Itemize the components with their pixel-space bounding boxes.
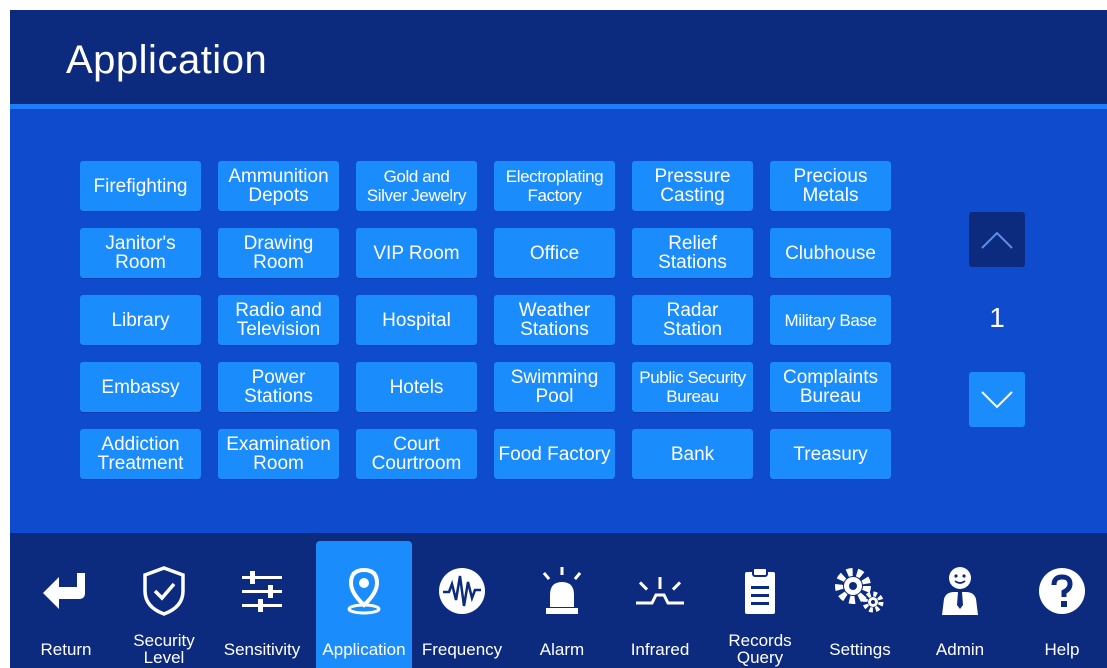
toolbar-label: Security Level [133, 631, 195, 667]
app-button-embassy[interactable]: Embassy [80, 362, 201, 412]
app-button-power-stations[interactable]: Power Stations [218, 362, 339, 412]
toolbar-infrared[interactable]: Infrared [612, 541, 708, 668]
page-up-button[interactable] [969, 212, 1025, 267]
waveform-icon [439, 568, 485, 614]
location-pin-icon [347, 567, 381, 615]
toolbar-label: Alarm [539, 639, 585, 659]
toolbar-alarm[interactable]: Alarm [514, 541, 610, 668]
toolbar-sensitivity[interactable]: Sensitivity [214, 541, 310, 668]
application-screen: Application Firefighting Ammunition Depo… [10, 10, 1107, 668]
toolbar-label: Settings [829, 639, 891, 659]
chevron-up-icon [981, 231, 1013, 249]
toolbar-label: Infrared [630, 639, 690, 659]
infrared-icon [636, 577, 684, 605]
bottom-toolbar: Return Security Level Sensitivity Applic… [10, 533, 1107, 668]
app-button-janitors-room[interactable]: Janitor's Room [80, 228, 201, 278]
page-title: Application [66, 38, 268, 82]
app-button-ammunition-depots[interactable]: Ammunition Depots [218, 161, 339, 211]
app-button-bank[interactable]: Bank [632, 429, 753, 479]
return-arrow-icon [43, 573, 85, 609]
toolbar-label: Admin [935, 639, 985, 659]
toolbar-admin[interactable]: Admin [912, 541, 1008, 668]
app-button-office[interactable]: Office [494, 228, 615, 278]
toolbar-security-level[interactable]: Security Level [116, 541, 212, 668]
app-button-vip-room[interactable]: VIP Room [356, 228, 477, 278]
gears-icon [835, 568, 884, 613]
app-button-firefighting[interactable]: Firefighting [80, 161, 201, 211]
app-button-pressure-casting[interactable]: Pressure Casting [632, 161, 753, 211]
toolbar-label: Records Query [728, 631, 792, 667]
app-button-public-security-bureau[interactable]: Public Security Bureau [632, 362, 753, 412]
app-button-radar-station[interactable]: Radar Station [632, 295, 753, 345]
toolbar-help[interactable]: Help [1014, 541, 1107, 668]
app-button-radio-television[interactable]: Radio and Television [218, 295, 339, 345]
shield-check-icon [143, 566, 185, 616]
app-button-weather-stations[interactable]: Weather Stations [494, 295, 615, 345]
help-icon [1039, 568, 1085, 614]
toolbar-label: Return [40, 639, 92, 659]
toolbar-frequency[interactable]: Frequency [414, 541, 510, 668]
toolbar-label: Frequency [421, 639, 503, 659]
app-button-gold-silver-jewelry[interactable]: Gold and Silver Jewelry [356, 161, 477, 211]
application-grid: Firefighting Ammunition Depots Gold and … [80, 161, 900, 481]
chevron-down-icon [981, 390, 1013, 408]
app-button-food-factory[interactable]: Food Factory [494, 429, 615, 479]
alarm-light-icon [542, 567, 582, 614]
app-button-hotels[interactable]: Hotels [356, 362, 477, 412]
toolbar-label: Sensitivity [223, 639, 301, 659]
app-button-swimming-pool[interactable]: Swimming Pool [494, 362, 615, 412]
header-divider [10, 104, 1107, 109]
app-button-examination-room[interactable]: Examination Room [218, 429, 339, 479]
app-button-hospital[interactable]: Hospital [356, 295, 477, 345]
toolbar-return[interactable]: Return [18, 541, 114, 668]
app-button-relief-stations[interactable]: Relief Stations [632, 228, 753, 278]
app-button-treasury[interactable]: Treasury [770, 429, 891, 479]
toolbar-label: Application [322, 639, 406, 659]
app-button-clubhouse[interactable]: Clubhouse [770, 228, 891, 278]
clipboard-icon [745, 567, 775, 614]
sliders-icon [242, 571, 282, 612]
app-button-addiction-treatment[interactable]: Addiction Treatment [80, 429, 201, 479]
toolbar-label: Help [1044, 639, 1080, 659]
app-button-complaints-bureau[interactable]: Complaints Bureau [770, 362, 891, 412]
app-button-precious-metals[interactable]: Precious Metals [770, 161, 891, 211]
admin-user-icon [942, 567, 978, 615]
page-number: 1 [989, 302, 1005, 333]
page-down-button[interactable] [969, 372, 1025, 427]
app-button-court-courtroom[interactable]: Court Courtroom [356, 429, 477, 479]
app-button-library[interactable]: Library [80, 295, 201, 345]
toolbar-application[interactable]: Application [316, 541, 412, 668]
toolbar-settings[interactable]: Settings [812, 541, 908, 668]
toolbar-records-query[interactable]: Records Query [712, 541, 808, 668]
app-button-drawing-room[interactable]: Drawing Room [218, 228, 339, 278]
app-button-electroplating-factory[interactable]: Electroplating Factory [494, 161, 615, 211]
app-button-military-base[interactable]: Military Base [770, 295, 891, 345]
header-bar: Application [10, 10, 1107, 104]
